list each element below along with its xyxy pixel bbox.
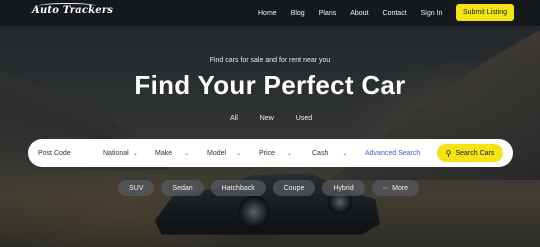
national-label: National <box>103 149 129 157</box>
nav-blog[interactable]: Blog <box>291 10 305 17</box>
chip-more[interactable]: ··· More <box>371 180 420 196</box>
advanced-search-link[interactable]: Advanced Search <box>365 139 420 167</box>
search-bar: Post Code National ⌄ Make ⌄ Model ⌄ Pric… <box>28 139 513 167</box>
chip-label: Hybrid <box>333 184 354 192</box>
chip-label: SUV <box>129 184 144 192</box>
chevron-down-icon: ⌄ <box>132 150 138 157</box>
body-type-chips: SUV Sedan Hatchback Coupe Hybrid ··· Mor… <box>118 180 426 196</box>
main-nav: Home Blog Plans About Contact Sign In <box>258 0 456 26</box>
chip-coupe[interactable]: Coupe <box>272 180 316 196</box>
make-label: Make <box>155 149 173 157</box>
tab-new[interactable]: New <box>260 115 274 122</box>
chip-sedan[interactable]: Sedan <box>161 180 204 196</box>
model-label: Model <box>207 149 227 157</box>
hero-overlay <box>0 0 540 247</box>
nav-plans[interactable]: Plans <box>319 10 337 17</box>
postcode-input[interactable]: Post Code <box>38 139 71 167</box>
make-select[interactable]: Make ⌄ <box>155 139 189 167</box>
chip-label: Hatchback <box>221 184 255 192</box>
hero-headline: Find Your Perfect Car <box>134 70 406 100</box>
site-header: Auto Trackers Home Blog Plans About Cont… <box>0 0 540 26</box>
chevron-down-icon: ⌄ <box>342 150 348 157</box>
cash-label: Cash <box>312 149 329 157</box>
nav-home[interactable]: Home <box>258 10 277 17</box>
cash-select[interactable]: Cash ⌄ <box>312 139 347 167</box>
chip-hybrid[interactable]: Hybrid <box>322 180 365 196</box>
chip-hatchback[interactable]: Hatchback <box>210 180 266 196</box>
site-logo[interactable]: Auto Trackers <box>32 5 113 16</box>
hero-tagline: Find cars for sale and for rent near you <box>209 57 331 64</box>
postcode-placeholder: Post Code <box>38 149 71 157</box>
search-cars-label: Search Cars <box>455 149 495 157</box>
chip-label: Coupe <box>283 184 305 192</box>
chip-label: Sedan <box>172 184 193 192</box>
more-dots-icon: ··· <box>382 184 389 192</box>
nav-sign-in[interactable]: Sign In <box>421 10 443 17</box>
tab-all[interactable]: All <box>230 115 238 122</box>
condition-tabs: All New Used <box>230 115 334 122</box>
chevron-down-icon: ⌄ <box>236 150 242 157</box>
price-select[interactable]: Price ⌄ <box>259 139 292 167</box>
chevron-down-icon: ⌄ <box>286 150 292 157</box>
chevron-down-icon: ⌄ <box>184 150 190 157</box>
nav-about[interactable]: About <box>350 10 368 17</box>
price-label: Price <box>259 149 275 157</box>
national-select[interactable]: National ⌄ <box>103 139 138 167</box>
model-select[interactable]: Model ⌄ <box>207 139 241 167</box>
search-icon: ⚲ <box>445 148 452 158</box>
chip-label: More <box>392 184 409 192</box>
chip-suv[interactable]: SUV <box>118 180 155 196</box>
tab-used[interactable]: Used <box>296 115 312 122</box>
nav-contact[interactable]: Contact <box>383 10 407 17</box>
search-cars-button[interactable]: ⚲ Search Cars <box>437 144 503 162</box>
submit-listing-button[interactable]: Submit Listing <box>456 4 514 21</box>
